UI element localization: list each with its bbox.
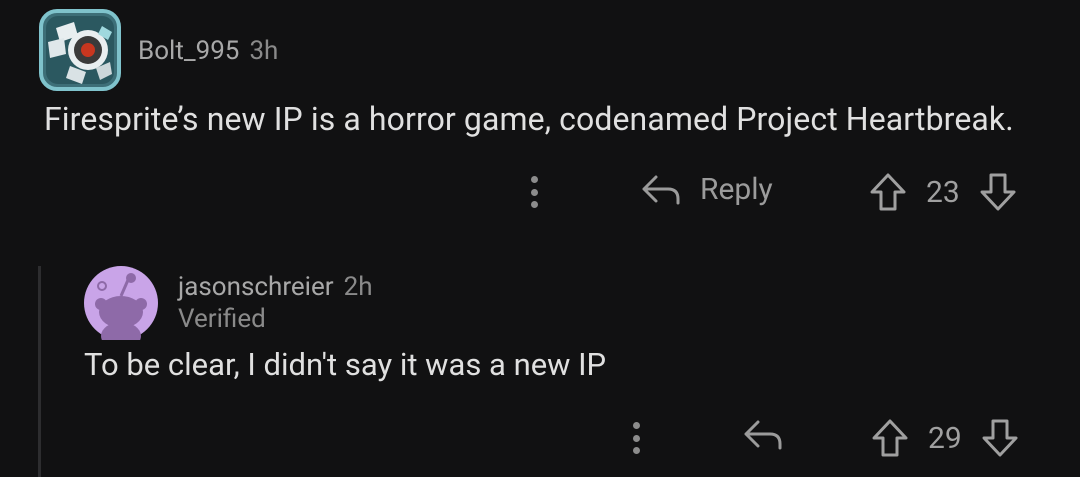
reply-label: Reply [700, 172, 773, 207]
comment-body: Firesprite’s new IP is a horror game, co… [44, 100, 1014, 138]
timestamp: 2h [343, 272, 373, 302]
thread-line[interactable] [38, 266, 41, 477]
more-options-button[interactable] [624, 416, 648, 460]
comment-actions: Reply 23 [520, 168, 1060, 216]
more-vertical-icon-dot [632, 434, 640, 442]
more-vertical-icon-dot [530, 201, 538, 208]
vote-score: 29 [928, 420, 962, 456]
vote-control: 23 [868, 172, 1018, 212]
more-options-button[interactable] [522, 170, 546, 214]
downvote-arrow-icon[interactable] [980, 418, 1020, 458]
timestamp: 3h [249, 36, 279, 66]
username[interactable]: jasonschreier [178, 272, 334, 302]
comment-body: To be clear, I didn't say it was a new I… [84, 346, 607, 383]
more-vertical-icon-dot [632, 447, 640, 454]
reply-arrow-icon [744, 420, 782, 450]
reply-button[interactable]: Reply [640, 172, 773, 207]
reply-button[interactable] [742, 418, 784, 452]
verified-flair: Verified [178, 304, 266, 334]
vote-score: 23 [926, 174, 960, 210]
more-vertical-icon [632, 422, 640, 429]
comment-meta: jasonschreier 2h [178, 272, 373, 302]
downvote-arrow-icon[interactable] [978, 172, 1018, 212]
vote-control: 29 [870, 418, 1020, 458]
avatar[interactable] [38, 8, 122, 92]
reply-arrow-icon [642, 175, 680, 204]
robot-avatar-icon [39, 9, 121, 91]
more-vertical-icon [530, 176, 538, 183]
more-vertical-icon-dot [530, 188, 538, 196]
avatar[interactable] [84, 266, 158, 340]
reddit-snoo-avatar-icon [84, 266, 158, 340]
username[interactable]: Bolt_995 [138, 36, 239, 66]
upvote-arrow-icon[interactable] [868, 172, 908, 212]
comment-actions: 29 [624, 414, 1064, 462]
upvote-arrow-icon[interactable] [870, 418, 910, 458]
comment-meta: Bolt_995 3h [138, 34, 278, 68]
